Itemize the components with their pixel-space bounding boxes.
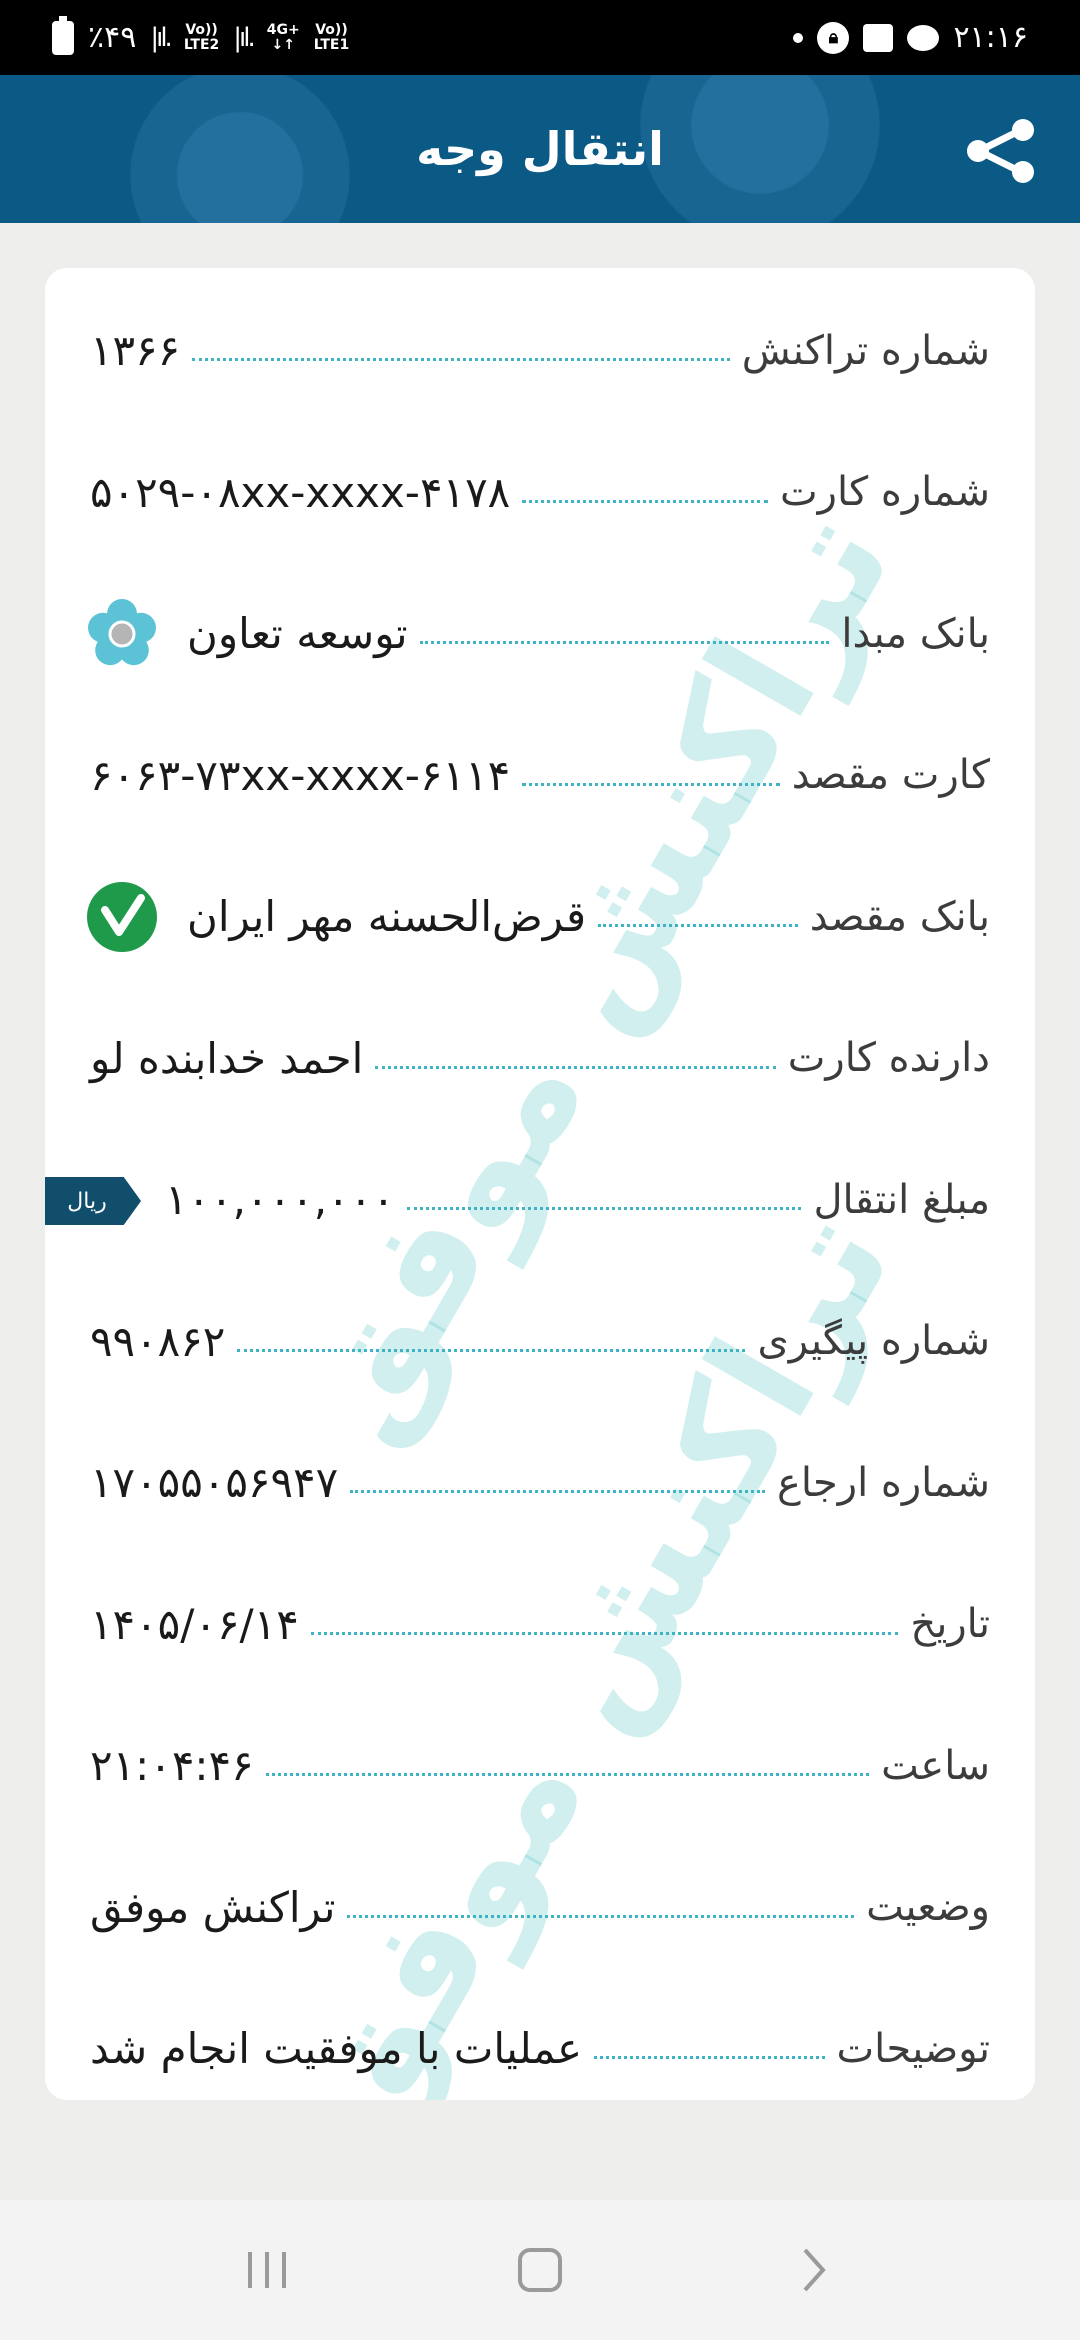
row-value: ۱۳۶۶ (90, 326, 181, 375)
signal-icon: |ıl. (150, 22, 173, 53)
bank-logo-wrap (85, 880, 159, 954)
row-value: عملیات با موفقیت انجام شد (90, 2024, 583, 2073)
row-value: ۶۰۶۳-۷۳xx-xxxx-۶۱۱۴ (90, 750, 511, 800)
row-label: شماره ارجاع (776, 1459, 990, 1506)
row-date: تاریخ ۱۴۰۵/۰۶/۱۴ (45, 1554, 1035, 1695)
row-divider (310, 1631, 899, 1635)
sim1-label: Vo)) LTE2 (183, 21, 220, 53)
row-divider (406, 1207, 802, 1210)
message-icon (907, 24, 940, 51)
receipt-card: تراکنش موفق تراکنش موفق شماره تراکنش ۱۳۶۶… (45, 268, 1035, 2100)
mehr-iran-bank-icon (85, 880, 159, 954)
row-transfer-amount: مبلغ انتقال ۱۰۰,۰۰۰,۰۰۰ ریال (45, 1129, 1035, 1270)
row-divider (594, 2056, 825, 2059)
row-divider (522, 782, 780, 786)
back-button[interactable] (768, 2225, 858, 2315)
row-divider (419, 641, 830, 644)
row-label: شماره تراکنش (741, 327, 990, 374)
bank-logo-wrap (85, 597, 159, 671)
row-label: توضیحات (836, 2025, 991, 2072)
row-value: توسعه تعاون (187, 609, 408, 658)
row-label: بانک مقصد (809, 893, 990, 940)
share-button[interactable] (962, 111, 1042, 191)
lock-icon: 🔒︎ (817, 21, 850, 54)
home-icon (517, 2248, 562, 2292)
row-time: ساعت ۲۱:۰۴:۴۶ (45, 1695, 1035, 1836)
row-divider (598, 924, 798, 927)
row-divider (192, 358, 730, 361)
sim2-network: 4G+ ↓↑ (266, 21, 300, 53)
row-tracking-number: شماره پیگیری ۹۹۰۸۶۲ (45, 1271, 1035, 1412)
row-divider (375, 1065, 776, 1069)
status-left: ٪۴۹ |ıl. Vo)) LTE2 |ıl. 4G+ ↓↑ Vo)) LTE1 (52, 15, 350, 55)
signal-icon-2: |ıl. (233, 22, 256, 53)
row-label: ساعت (881, 1742, 990, 1789)
recents-icon (247, 2252, 286, 2288)
row-label: شماره پیگیری (757, 1318, 990, 1364)
share-icon (967, 119, 1034, 183)
row-destination-bank: بانک مقصد قرض‌الحسنه مهر ایران (45, 846, 1035, 987)
currency-tag: ریال (45, 1177, 141, 1225)
row-label: بانک مبدا (841, 610, 990, 657)
row-divider (265, 1773, 870, 1776)
row-value: ۱۴۰۵/۰۶/۱۴ (90, 1599, 299, 1649)
row-divider (347, 1914, 855, 1918)
row-value: تراکنش موفق (90, 1882, 336, 1932)
status-bar: ٪۴۹ |ıl. Vo)) LTE2 |ıl. 4G+ ↓↑ Vo)) LTE1 🔒︎… (0, 0, 1080, 75)
row-source-bank: بانک مبدا توسعه تعاون (45, 563, 1035, 704)
row-description: توضیحات عملیات با موفقیت انجام شد (45, 1978, 1035, 2100)
row-divider (522, 499, 768, 503)
status-right: 🔒︎ ۲۱:۱۶ (793, 20, 1028, 55)
row-label: شماره کارت (779, 469, 990, 515)
row-value: ۹۹۰۸۶۲ (90, 1316, 226, 1366)
battery-icon (52, 15, 74, 55)
row-label: مبلغ انتقال (813, 1176, 990, 1223)
navigation-bar (0, 2200, 1080, 2340)
recents-button[interactable] (222, 2225, 312, 2315)
app-header: انتقال وجه (0, 75, 1080, 223)
row-card-holder: دارنده کارت احمد خدابنده لو (45, 988, 1035, 1129)
row-status: وضعیت تراکنش موفق (45, 1837, 1035, 1978)
row-value: احمد خدابنده لو (90, 1033, 364, 1083)
row-value: ۵۰۲۹-۰۸xx-xxxx-۴۱۷۸ (90, 467, 511, 517)
row-reference-number: شماره ارجاع ۱۷۰۵۵۰۵۶۹۴۷ (45, 1412, 1035, 1553)
tosee-taavon-bank-icon (85, 597, 159, 671)
notification-dot-icon (793, 32, 804, 43)
row-label: دارنده کارت (787, 1035, 990, 1081)
row-value: ۱۰۰,۰۰۰,۰۰۰ (165, 1175, 395, 1224)
gallery-icon (863, 23, 894, 52)
row-label: وضعیت (866, 1884, 990, 1930)
row-transaction-number: شماره تراکنش ۱۳۶۶ (45, 280, 1035, 421)
home-button[interactable] (495, 2225, 585, 2315)
row-value: قرض‌الحسنه مهر ایران (187, 892, 587, 941)
row-destination-card: کارت مقصد ۶۰۶۳-۷۳xx-xxxx-۶۱۱۴ (45, 705, 1035, 846)
back-icon (803, 2248, 827, 2292)
battery-level: ٪۴۹ (88, 20, 137, 55)
row-divider (350, 1490, 765, 1493)
row-card-number: شماره کارت ۵۰۲۹-۰۸xx-xxxx-۴۱۷۸ (45, 422, 1035, 563)
row-value: ۱۷۰۵۵۰۵۶۹۴۷ (90, 1458, 339, 1507)
row-divider (237, 1348, 746, 1352)
row-label: تاریخ (910, 1601, 990, 1647)
row-label: کارت مقصد (791, 752, 990, 798)
sim2-label: Vo)) LTE1 (313, 21, 350, 53)
row-value: ۲۱:۰۴:۴۶ (90, 1741, 254, 1790)
page-title: انتقال وجه (416, 122, 664, 176)
clock: ۲۱:۱۶ (953, 20, 1028, 55)
